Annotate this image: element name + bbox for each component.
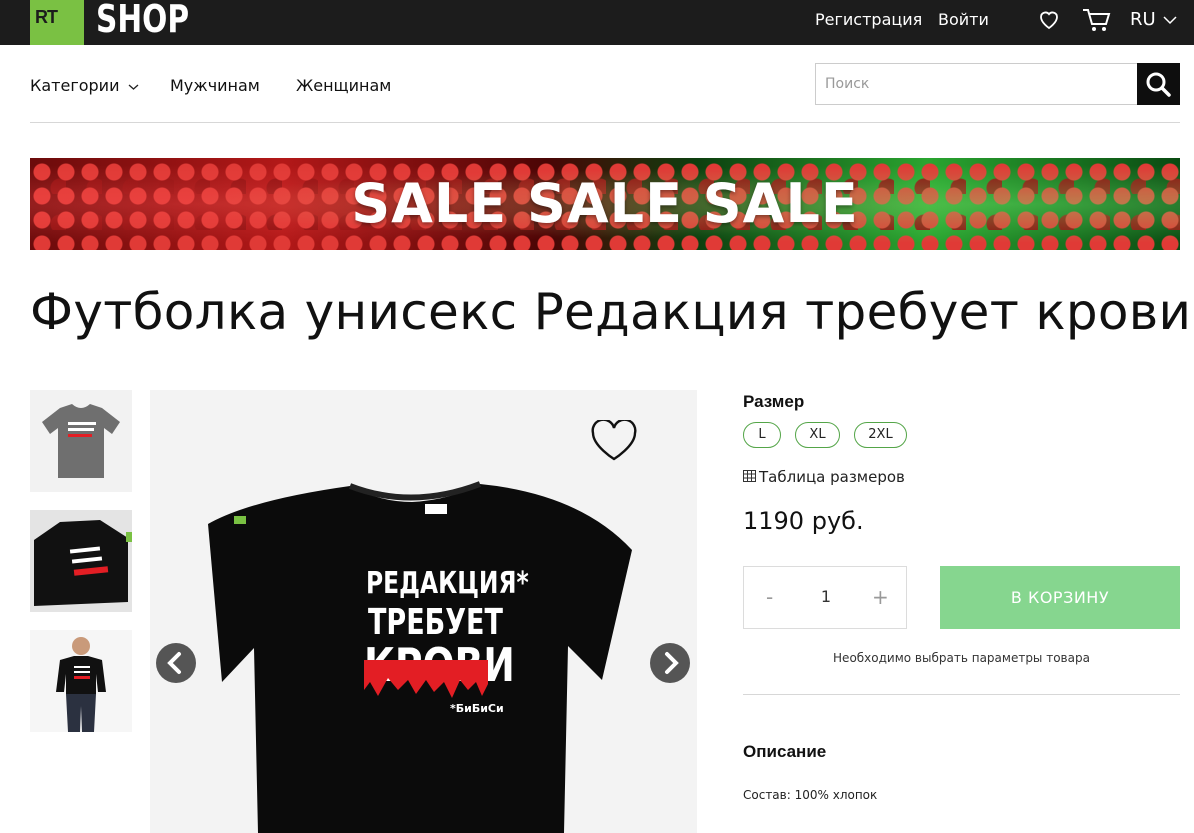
thumbnail-model-photo[interactable] — [30, 630, 132, 732]
product-price: 1190 руб. — [743, 507, 864, 535]
nav-women[interactable]: Женщинам — [296, 76, 391, 95]
shirt-print-line-1: РЕДАКЦИЯ* — [366, 566, 529, 601]
logo-rt-text: RT — [35, 7, 58, 27]
search-input[interactable] — [815, 63, 1138, 105]
size-table-link[interactable]: Таблица размеров — [743, 468, 905, 486]
size-option-2xl[interactable]: 2XL — [854, 422, 907, 448]
thumbnail-black-shirt-folded[interactable] — [30, 510, 132, 612]
banner-text: SALE SALE SALE — [351, 172, 859, 235]
login-link[interactable]: Войти — [938, 10, 989, 29]
cart-icon[interactable] — [1082, 7, 1112, 37]
quantity-stepper: - 1 + — [743, 566, 907, 629]
chevron-down-icon — [128, 84, 139, 90]
quantity-decrease-button[interactable]: - — [766, 585, 773, 609]
next-image-button[interactable] — [650, 643, 690, 683]
size-option-xl[interactable]: XL — [795, 422, 840, 448]
table-icon — [743, 470, 756, 482]
size-option-l[interactable]: L — [743, 422, 781, 448]
nav-divider — [30, 122, 1180, 123]
prev-image-button[interactable] — [156, 643, 196, 683]
search-button[interactable] — [1137, 63, 1180, 105]
size-table-label: Таблица размеров — [759, 468, 905, 486]
select-params-note: Необходимо выбрать параметры товара — [833, 651, 1090, 665]
add-to-cart-button[interactable]: В КОРЗИНУ — [940, 566, 1180, 629]
thumbnail-gray-shirt[interactable] — [30, 390, 132, 492]
size-label: Размер — [743, 392, 805, 411]
rt-logo[interactable]: RT — [30, 0, 84, 45]
shirt-blood-drip — [364, 660, 488, 698]
description-label: Описание — [743, 742, 827, 761]
chevron-right-icon — [665, 652, 679, 674]
language-selector[interactable]: RU — [1130, 9, 1177, 30]
product-title: Футболка унисекс Редакция требует крови — [30, 283, 1192, 341]
nav-categories-label: Категории — [30, 76, 120, 95]
quantity-increase-button[interactable]: + — [872, 585, 889, 609]
chevron-left-icon — [167, 652, 181, 674]
quantity-value[interactable]: 1 — [814, 587, 838, 606]
nav-categories[interactable]: Категории — [30, 76, 139, 95]
product-main-image[interactable]: РЕДАКЦИЯ* ТРЕБУЕТ КРОВИ *БиБиСи — [150, 390, 697, 833]
search-icon — [1146, 72, 1171, 97]
sale-banner[interactable]: SALE SALE SALE — [30, 158, 1180, 250]
top-bar: RT SHOP Регистрация Войти RU — [0, 0, 1194, 45]
nav-men[interactable]: Мужчинам — [170, 76, 260, 95]
description-divider — [743, 694, 1180, 695]
language-label: RU — [1130, 9, 1156, 30]
composition-text: Состав: 100% хлопок — [743, 788, 878, 802]
chevron-down-icon — [1163, 16, 1177, 25]
register-link[interactable]: Регистрация — [815, 10, 922, 29]
shirt-print-footnote: *БиБиСи — [450, 702, 504, 715]
shirt-print-line-2: ТРЕБУЕТ — [368, 602, 503, 643]
logo-shop-text[interactable]: SHOP — [96, 0, 189, 41]
favorites-heart-icon[interactable] — [1037, 7, 1061, 35]
add-to-favorites-heart-icon[interactable] — [591, 418, 637, 466]
